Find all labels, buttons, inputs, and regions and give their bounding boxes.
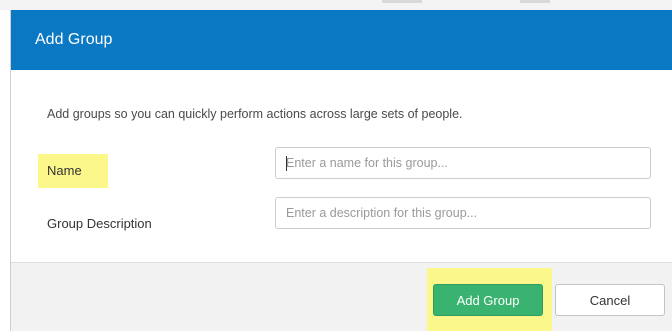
background-page-fragment xyxy=(520,0,550,3)
group-name-input[interactable] xyxy=(275,147,651,179)
group-description-input[interactable] xyxy=(275,197,651,229)
background-page-fragment xyxy=(382,0,422,3)
add-group-button[interactable]: Add Group xyxy=(433,284,543,316)
add-group-dialog: Add Group Add groups so you can quickly … xyxy=(10,10,672,331)
dialog-title: Add Group xyxy=(35,31,113,48)
group-description-label: Group Description xyxy=(47,216,152,231)
background-page-strip xyxy=(0,0,672,10)
cancel-button[interactable]: Cancel xyxy=(555,284,665,316)
dialog-intro-text: Add groups so you can quickly perform ac… xyxy=(47,107,463,121)
text-caret xyxy=(286,156,287,171)
dialog-header: Add Group xyxy=(11,10,672,70)
name-label: Name xyxy=(47,163,82,178)
